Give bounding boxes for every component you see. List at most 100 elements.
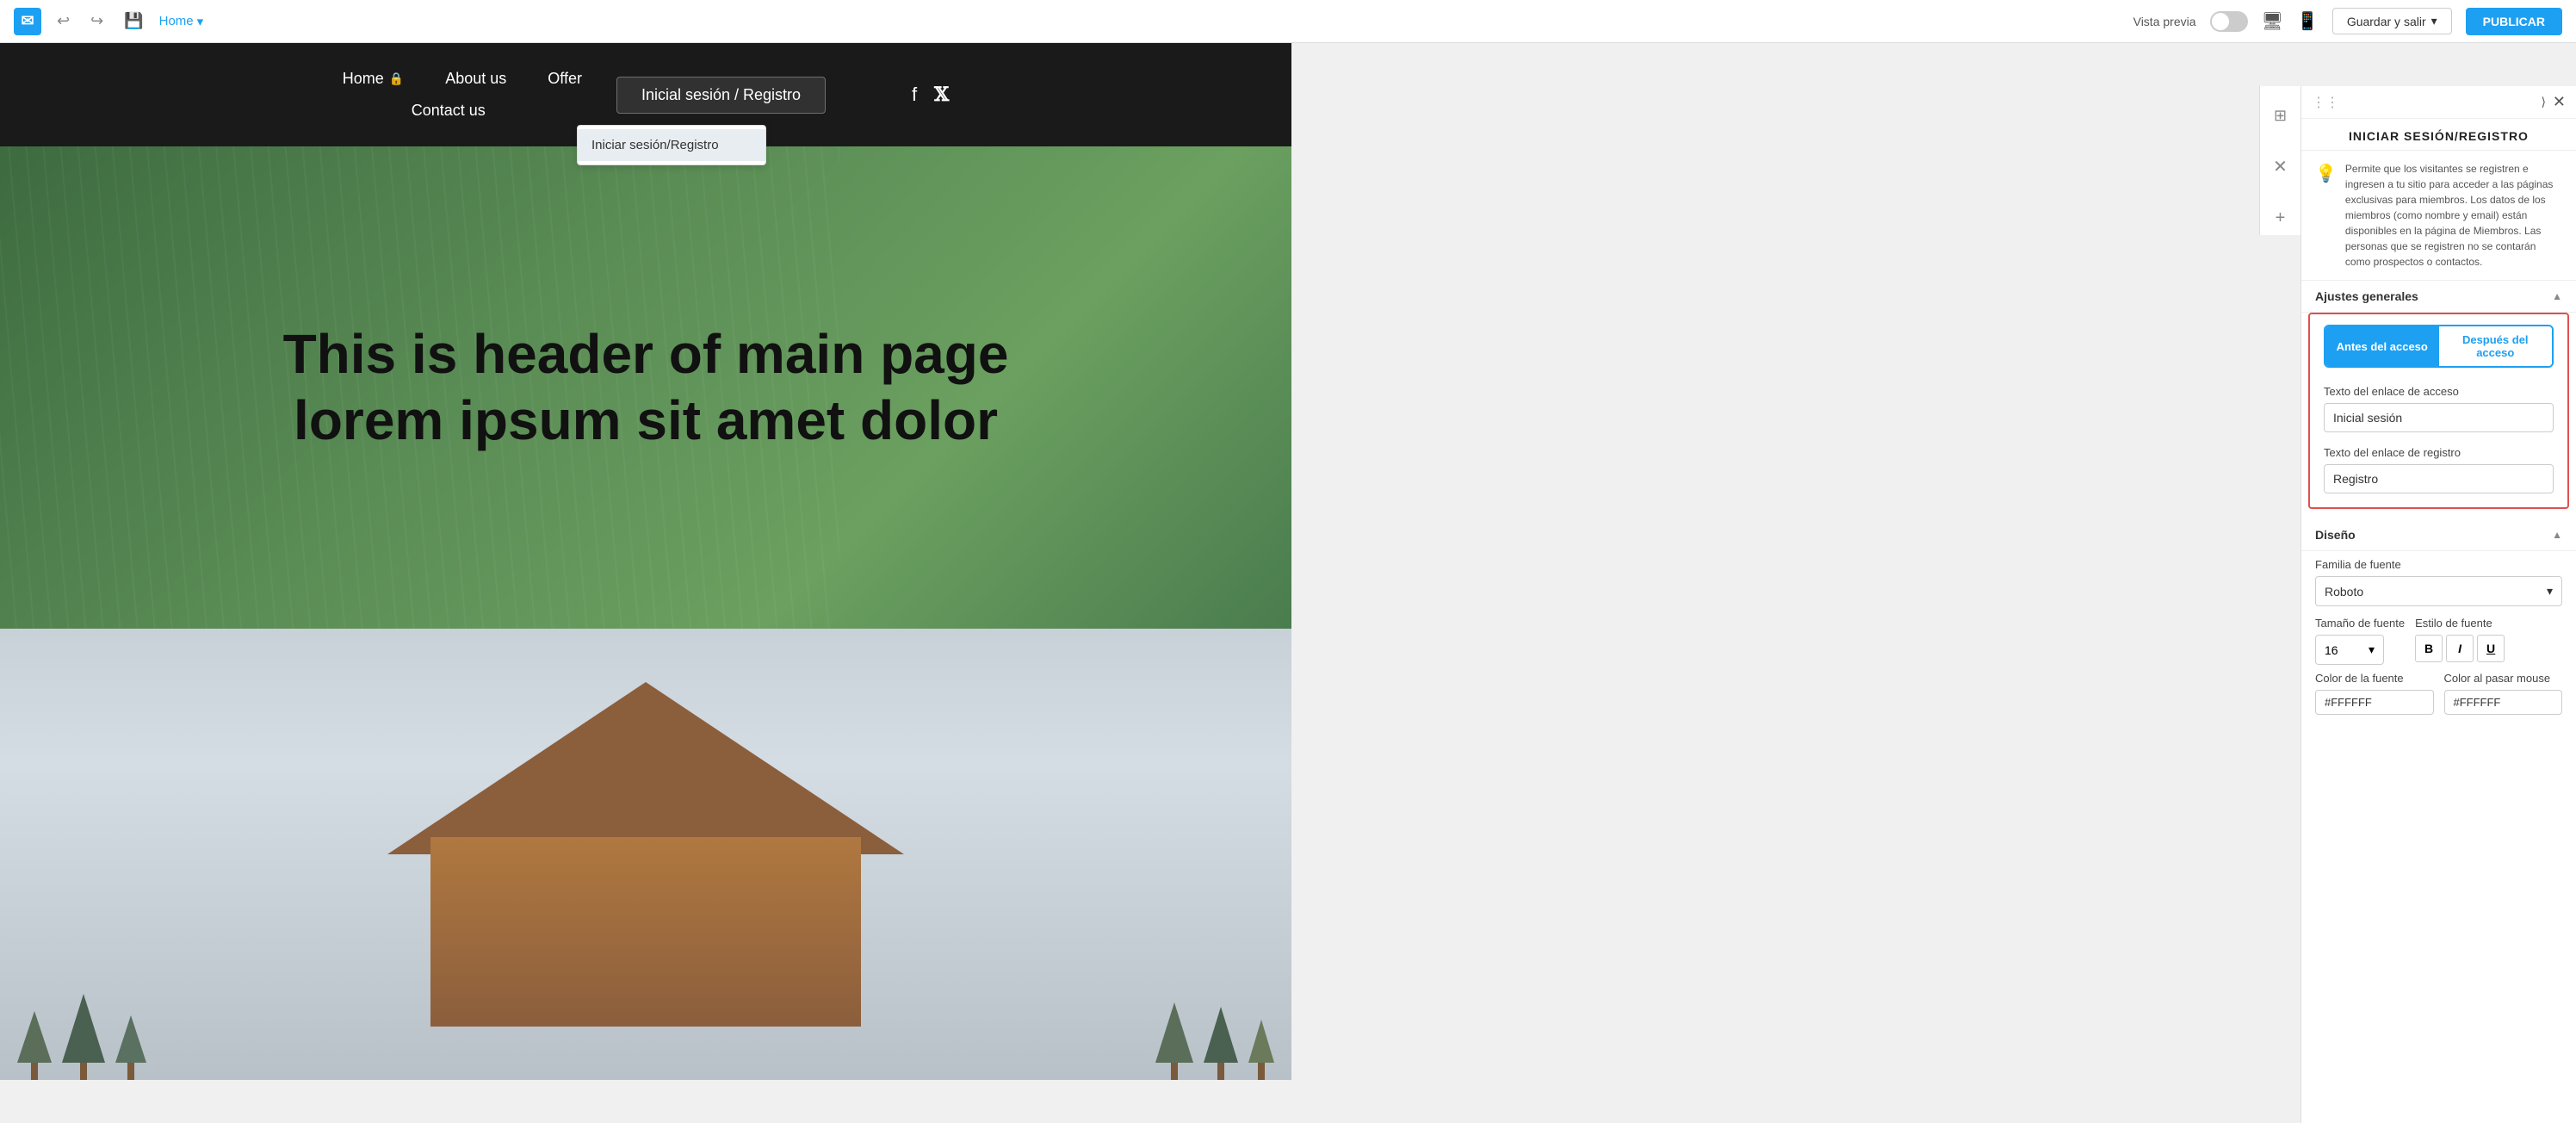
hero-title: This is header of main page lorem ipsum … (258, 321, 1033, 454)
panel-info-text: Permite que los visitantes se registren … (2345, 161, 2562, 270)
tab-despues-acceso[interactable]: Después del acceso (2439, 326, 2553, 366)
color-fuente-label: Color de la fuente (2315, 672, 2434, 685)
page-label: Home (159, 14, 194, 28)
twitter-icon[interactable]: 𝕏 (934, 84, 949, 106)
font-style-col: Estilo de fuente B I U (2415, 617, 2505, 665)
about-link-label: About us (445, 70, 506, 88)
app-logo: ✉ (14, 8, 41, 35)
nav-login-button[interactable]: Inicial sesión / Registro (616, 77, 826, 114)
tree-6 (1248, 1020, 1274, 1080)
color-hover-input[interactable]: #FFFFFF (2444, 690, 2563, 715)
ajustes-generales-header[interactable]: Ajustes generales ▲ (2301, 281, 2576, 313)
diseno-header[interactable]: Diseño ▲ (2301, 519, 2576, 551)
toolbar-right: Vista previa 🖥 📱 Guardar y salir ▾ PUBLI… (2133, 8, 2562, 35)
color-hover-label: Color al pasar mouse (2444, 672, 2563, 685)
login-btn-label: Inicial sesión / Registro (641, 86, 801, 103)
preview-toggle[interactable] (2210, 11, 2248, 32)
right-panel: ⋮⋮ ⟩ ✕ INICIAR SESIÓN/REGISTRO 💡 Permite… (2300, 86, 2576, 1123)
panel-collapse-button[interactable]: ⟩ (2541, 93, 2545, 111)
font-size-label: Tamaño de fuente (2315, 617, 2405, 630)
font-family-label: Familia de fuente (2315, 558, 2562, 571)
font-family-chevron-icon: ▾ (2547, 584, 2553, 599)
page-selector-button[interactable]: Home ▾ (159, 14, 204, 29)
undo-button[interactable]: ↩ (52, 9, 75, 34)
nav-left-links: Home 🔒 About us Offer (343, 70, 826, 120)
home-link-label: Home (343, 70, 384, 88)
nav-contact-link[interactable]: Contact us (412, 102, 486, 120)
underline-button[interactable]: U (2477, 635, 2505, 662)
color-fuente-input[interactable]: #FFFFFF (2315, 690, 2434, 715)
add-icon[interactable]: + (2269, 202, 2293, 235)
guardar-salir-button[interactable]: Guardar y salir ▾ (2332, 8, 2452, 34)
nav-center: Home 🔒 About us Offer (343, 70, 950, 120)
bottom-section (0, 629, 1291, 1080)
tree-1 (17, 1011, 52, 1080)
toolbar: ✉ ↩ ↪ 💾 Home ▾ Vista previa 🖥 📱 Guardar … (0, 0, 2576, 43)
font-size-col: Tamaño de fuente 16 ▾ (2315, 617, 2405, 665)
tree-2 (62, 994, 105, 1080)
panel-title: INICIAR SESIÓN/REGISTRO (2301, 119, 2576, 151)
house-roof (387, 682, 904, 854)
ajustes-chevron-icon: ▲ (2552, 290, 2562, 302)
font-family-select[interactable]: Roboto ▾ (2315, 576, 2562, 606)
info-bulb-icon: 💡 (2315, 163, 2337, 184)
nav-home-link[interactable]: Home 🔒 (343, 70, 404, 88)
nav-social: f 𝕏 (912, 84, 949, 106)
layers-icon[interactable]: ⊞ (2267, 100, 2294, 132)
desktop-icon[interactable]: 🖥 (2262, 10, 2283, 32)
font-size-style-row: Tamaño de fuente 16 ▾ Estilo de fuente B… (2315, 617, 2562, 665)
bold-button[interactable]: B (2415, 635, 2443, 662)
close-side-icon[interactable]: ✕ (2266, 149, 2294, 184)
save-icon-button[interactable]: 💾 (119, 9, 148, 34)
access-tabs: Antes del acceso Después del acceso (2324, 325, 2554, 368)
guardar-chevron-icon: ▾ (2431, 14, 2437, 28)
house-body (430, 837, 861, 1027)
offer-link-label: Offer (548, 70, 582, 88)
mobile-icon[interactable]: 📱 (2297, 10, 2319, 32)
drag-handle-icon[interactable]: ⋮⋮ (2312, 94, 2339, 111)
panel-info: 💡 Permite que los visitantes se registre… (2301, 151, 2576, 281)
font-size-select[interactable]: 16 ▾ (2315, 635, 2384, 665)
nav-about-link[interactable]: About us (445, 70, 506, 88)
style-buttons: B I U (2415, 635, 2505, 662)
access-link-field: Texto del enlace de acceso (2310, 378, 2567, 439)
house-shape (387, 682, 904, 1027)
color-hover-col: Color al pasar mouse #FFFFFF (2444, 672, 2563, 715)
tree-5 (1204, 1007, 1238, 1080)
hero-section: This is header of main page lorem ipsum … (0, 146, 1291, 629)
access-section: Antes del acceso Después del acceso Text… (2308, 313, 2569, 509)
diseno-chevron-icon: ▲ (2552, 529, 2562, 541)
tab-antes-acceso[interactable]: Antes del acceso (2325, 326, 2439, 366)
publicar-button[interactable]: PUBLICAR (2466, 8, 2562, 35)
panel-header: ⋮⋮ ⟩ ✕ (2301, 86, 2576, 119)
register-link-input[interactable] (2324, 464, 2554, 493)
home-lock-icon: 🔒 (389, 71, 404, 86)
register-link-label: Texto del enlace de registro (2324, 446, 2554, 459)
house-image (0, 629, 1291, 1080)
register-link-field: Texto del enlace de registro (2310, 439, 2567, 500)
nav-wrapper: Home 🔒 About us Offer (0, 43, 1291, 146)
font-size-chevron-icon: ▾ (2369, 642, 2375, 657)
tree-4 (1155, 1002, 1193, 1080)
font-style-label: Estilo de fuente (2415, 617, 2505, 630)
page-chevron-icon: ▾ (197, 14, 204, 29)
diseno-section: Familia de fuente Roboto ▾ Tamaño de fue… (2301, 551, 2576, 722)
right-tree-group (1138, 1002, 1291, 1080)
color-row: Color de la fuente #FFFFFF Color al pasa… (2315, 672, 2562, 715)
nav-offer-link[interactable]: Offer (548, 70, 582, 88)
vista-previa-label: Vista previa (2133, 15, 2196, 28)
login-dropdown: Iniciar sesión/Registro (577, 125, 766, 165)
login-dropdown-item[interactable]: Iniciar sesión/Registro (578, 129, 765, 161)
tree-3 (115, 1015, 146, 1080)
italic-button[interactable]: I (2446, 635, 2474, 662)
left-tree-group (0, 994, 164, 1080)
color-fuente-col: Color de la fuente #FFFFFF (2315, 672, 2434, 715)
redo-button[interactable]: ↪ (85, 9, 108, 34)
access-link-input[interactable] (2324, 403, 2554, 432)
panel-close-button[interactable]: ✕ (2553, 93, 2566, 111)
access-link-label: Texto del enlace de acceso (2324, 385, 2554, 398)
side-icon-strip: ⊞ ✕ + (2259, 86, 2300, 235)
site-area: Home 🔒 About us Offer (0, 43, 1291, 1080)
facebook-icon[interactable]: f (912, 84, 917, 106)
contact-link-label: Contact us (412, 102, 486, 120)
